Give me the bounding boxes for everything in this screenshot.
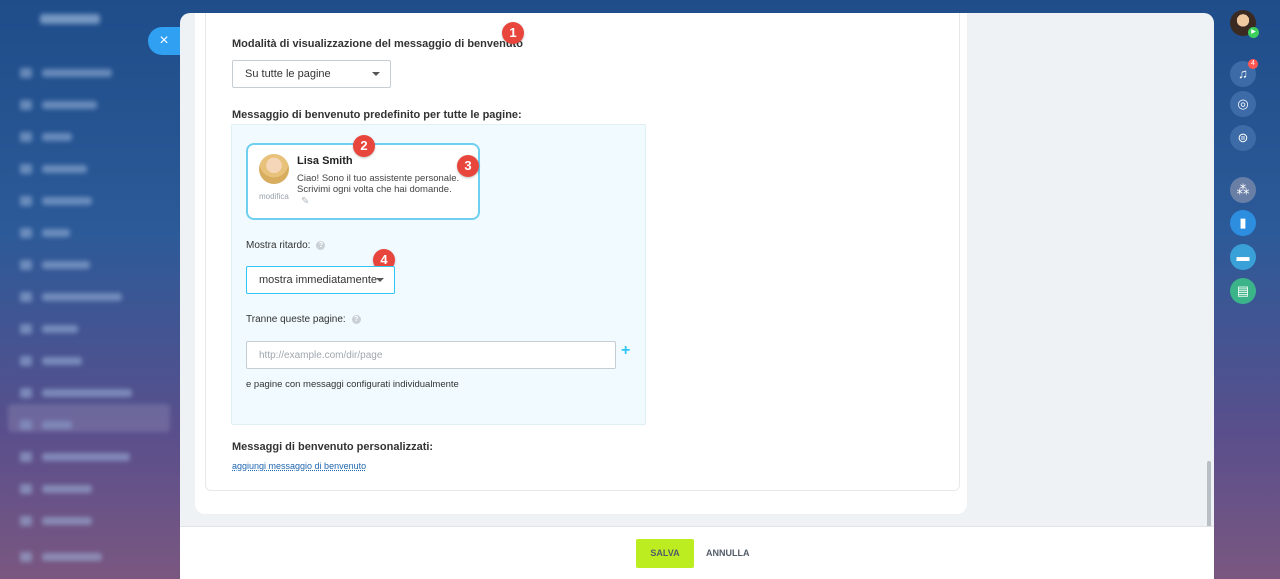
help-icon[interactable]: ? <box>316 241 326 250</box>
chevron-down-icon <box>372 72 380 76</box>
bookmark-icon[interactable]: ▮ <box>1230 210 1256 236</box>
sidebar-active-row <box>8 404 170 432</box>
marker-2: 2 <box>353 135 375 157</box>
app-logo <box>40 14 100 24</box>
welcome-message-text[interactable]: Ciao! Sono il tuo assistente personale. … <box>297 173 479 195</box>
settings-panel: Modalità di visualizzazione del messaggi… <box>180 13 1214 579</box>
add-welcome-message-link[interactable]: aggiungi messaggio di benvenuto <box>232 461 366 471</box>
delay-label: Mostra ritardo:? <box>246 240 326 251</box>
user-avatar[interactable]: ▶ <box>1230 10 1259 38</box>
add-url-plus-icon[interactable]: + <box>621 342 630 360</box>
group-icon[interactable]: ⁂ <box>1230 177 1256 203</box>
except-pages-label-text: Tranne queste pagine: <box>246 314 346 325</box>
delay-select[interactable]: mostra immediatamente <box>246 266 395 294</box>
welcome-message-line: Ciao! Sono il tuo assistente personale. <box>297 173 460 184</box>
search-chat-icon[interactable]: ⊜ <box>1230 125 1256 151</box>
agent-avatar <box>259 154 289 184</box>
agent-name[interactable]: Lisa Smith <box>297 155 353 167</box>
individual-pages-note: e pagine con messaggi configurati indivi… <box>246 379 459 390</box>
close-slider-button[interactable]: × <box>148 27 180 55</box>
default-message-title: Messaggio di benvenuto predefinito per t… <box>232 109 522 121</box>
default-message-box: modifica ✎ Lisa Smith Ciao! Sono il tuo … <box>231 124 646 425</box>
custom-messages-title: Messaggi di benvenuto personalizzati: <box>232 441 434 453</box>
marker-3: 3 <box>457 155 479 177</box>
notes-icon[interactable]: ▤ <box>1230 278 1256 304</box>
save-button[interactable]: SALVA <box>636 539 694 568</box>
close-icon: × <box>159 32 169 49</box>
edit-avatar-link[interactable]: modifica <box>259 192 289 201</box>
copilot-icon[interactable]: ◎ <box>1230 91 1256 117</box>
right-rail: ▶ ♫ 4 ◎ ⊜ ⁂ ▮ ▬ ▤ <box>1214 0 1280 579</box>
help-icon[interactable]: ? <box>351 315 361 324</box>
chat-icon[interactable]: ▬ <box>1230 244 1256 270</box>
play-icon: ▶ <box>1248 27 1259 38</box>
marker-1: 1 <box>502 22 524 44</box>
notification-badge: 4 <box>1248 59 1258 69</box>
app-sidebar-background <box>0 0 180 579</box>
settings-card: Modalità di visualizzazione del messaggi… <box>195 13 967 514</box>
welcome-message-line: Scrivimi ogni volta che hai domande. <box>297 184 452 195</box>
settings-form: Modalità di visualizzazione del messaggi… <box>205 13 960 491</box>
footer-bar: SALVA ANNULLA <box>180 526 1214 579</box>
except-page-url-input[interactable] <box>246 341 616 369</box>
delay-value: mostra immediatamente <box>259 274 377 286</box>
display-mode-value: Su tutte le pagine <box>245 68 331 80</box>
except-pages-label: Tranne queste pagine:? <box>246 314 361 325</box>
display-mode-title: Modalità di visualizzazione del messaggi… <box>232 38 523 50</box>
delay-label-text: Mostra ritardo: <box>246 240 311 251</box>
pencil-icon[interactable]: ✎ <box>301 196 309 207</box>
cancel-button[interactable]: ANNULLA <box>706 539 750 568</box>
bell-icon[interactable]: ♫ 4 <box>1230 59 1258 87</box>
chevron-down-icon <box>376 278 384 282</box>
display-mode-select[interactable]: Su tutte le pagine <box>232 60 391 88</box>
